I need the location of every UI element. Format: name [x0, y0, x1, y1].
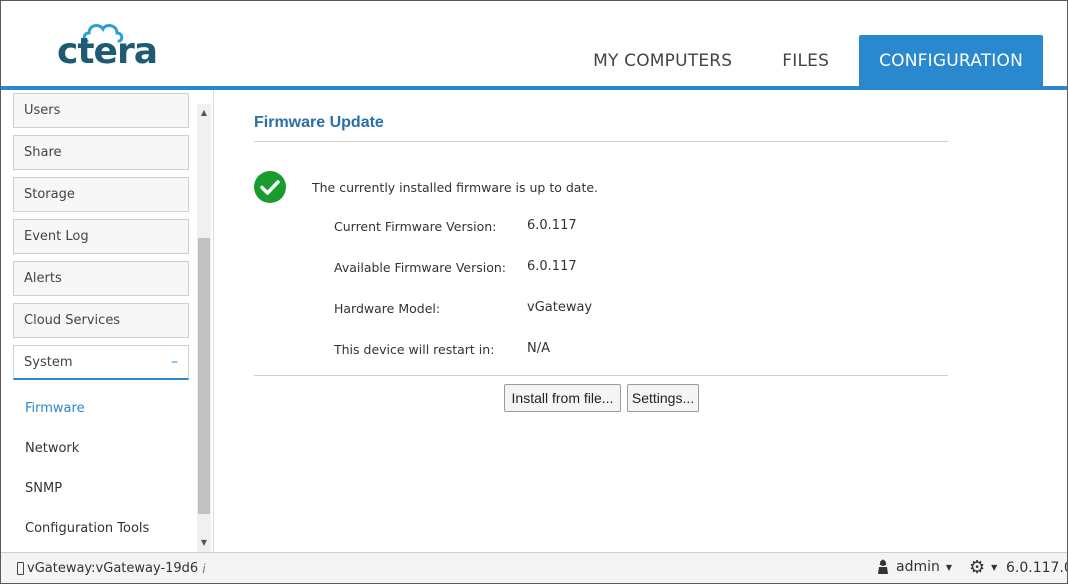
sidebar-subitem-network[interactable]: Network: [25, 441, 79, 456]
app-window: ctera MY COMPUTERS FILES CONFIGURATION U…: [0, 0, 1068, 584]
chevron-down-icon: ▼: [991, 563, 998, 572]
divider: [254, 375, 948, 376]
sidebar-subitem-firmware[interactable]: Firmware: [25, 401, 85, 416]
sidebar-scrollbar[interactable]: ▲ ▼: [197, 104, 211, 552]
sidebar-item-event-log[interactable]: Event Log: [13, 219, 189, 254]
sidebar-item-label: Share: [24, 145, 62, 160]
scroll-down-arrow[interactable]: ▼: [197, 536, 211, 550]
available-version-label: Available Firmware Version:: [334, 260, 506, 275]
sidebar-item-cloud-services[interactable]: Cloud Services: [13, 303, 189, 338]
sidebar-item-storage[interactable]: Storage: [13, 177, 189, 212]
sidebar: Users Share Storage Event Log Alerts Clo…: [1, 90, 214, 552]
gear-icon: ⚙: [969, 557, 986, 578]
available-version-value: 6.0.117: [527, 259, 577, 274]
current-version-value: 6.0.117: [527, 218, 577, 233]
sidebar-item-label: Event Log: [24, 229, 89, 244]
tab-files[interactable]: FILES: [762, 35, 849, 87]
sidebar-item-share[interactable]: Share: [13, 135, 189, 170]
settings-button[interactable]: Settings...: [627, 384, 699, 412]
scroll-up-arrow[interactable]: ▲: [197, 106, 211, 120]
device-info[interactable]: vGateway:vGateway-19d6 i: [17, 561, 206, 576]
hardware-model-label: Hardware Model:: [334, 301, 441, 316]
tab-my-computers[interactable]: MY COMPUTERS: [573, 35, 752, 87]
sidebar-item-label: Storage: [24, 187, 75, 202]
current-version-label: Current Firmware Version:: [334, 219, 497, 234]
info-icon[interactable]: i: [202, 562, 205, 576]
restart-label: This device will restart in:: [334, 342, 495, 357]
chevron-down-icon: ▼: [945, 562, 953, 572]
sidebar-item-system[interactable]: System –: [13, 345, 189, 380]
sidebar-item-alerts[interactable]: Alerts: [13, 261, 189, 296]
user-menu[interactable]: admin ▼: [877, 559, 952, 575]
user-icon: [878, 559, 888, 574]
brand-name: ctera: [57, 31, 158, 72]
header: ctera MY COMPUTERS FILES CONFIGURATION: [1, 1, 1067, 90]
version-label: 6.0.117.0: [1006, 560, 1068, 576]
settings-menu[interactable]: ⚙ ▼: [969, 557, 997, 578]
sidebar-subitem-configuration-tools[interactable]: Configuration Tools: [25, 521, 149, 536]
sidebar-item-users[interactable]: Users: [13, 93, 189, 128]
status-bar: vGateway:vGateway-19d6 i admin ▼ ⚙ ▼ 6.0…: [1, 552, 1068, 583]
restart-value: N/A: [527, 341, 550, 356]
sidebar-subitem-snmp[interactable]: SNMP: [25, 481, 62, 496]
sidebar-item-label: System: [24, 354, 73, 370]
device-name: vGateway:vGateway-19d6: [27, 561, 199, 576]
scrollbar-thumb[interactable]: [198, 238, 210, 514]
collapse-icon[interactable]: –: [171, 354, 178, 370]
install-from-file-button[interactable]: Install from file...: [504, 384, 621, 412]
divider: [254, 141, 948, 142]
check-circle-icon: [254, 171, 286, 203]
sidebar-item-label: Cloud Services: [24, 313, 121, 328]
status-message: The currently installed firmware is up t…: [312, 180, 599, 195]
main-content: Firmware Update The currently installed …: [214, 90, 1067, 552]
logo: ctera: [57, 21, 167, 73]
sidebar-item-label: Alerts: [24, 271, 62, 286]
phone-icon: [17, 562, 24, 575]
hardware-model-value: vGateway: [527, 300, 593, 315]
username: admin: [896, 559, 940, 575]
tab-configuration[interactable]: CONFIGURATION: [859, 35, 1043, 87]
page-title: Firmware Update: [254, 114, 384, 131]
sidebar-item-label: Users: [24, 103, 61, 118]
top-nav: MY COMPUTERS FILES CONFIGURATION: [563, 35, 1043, 87]
